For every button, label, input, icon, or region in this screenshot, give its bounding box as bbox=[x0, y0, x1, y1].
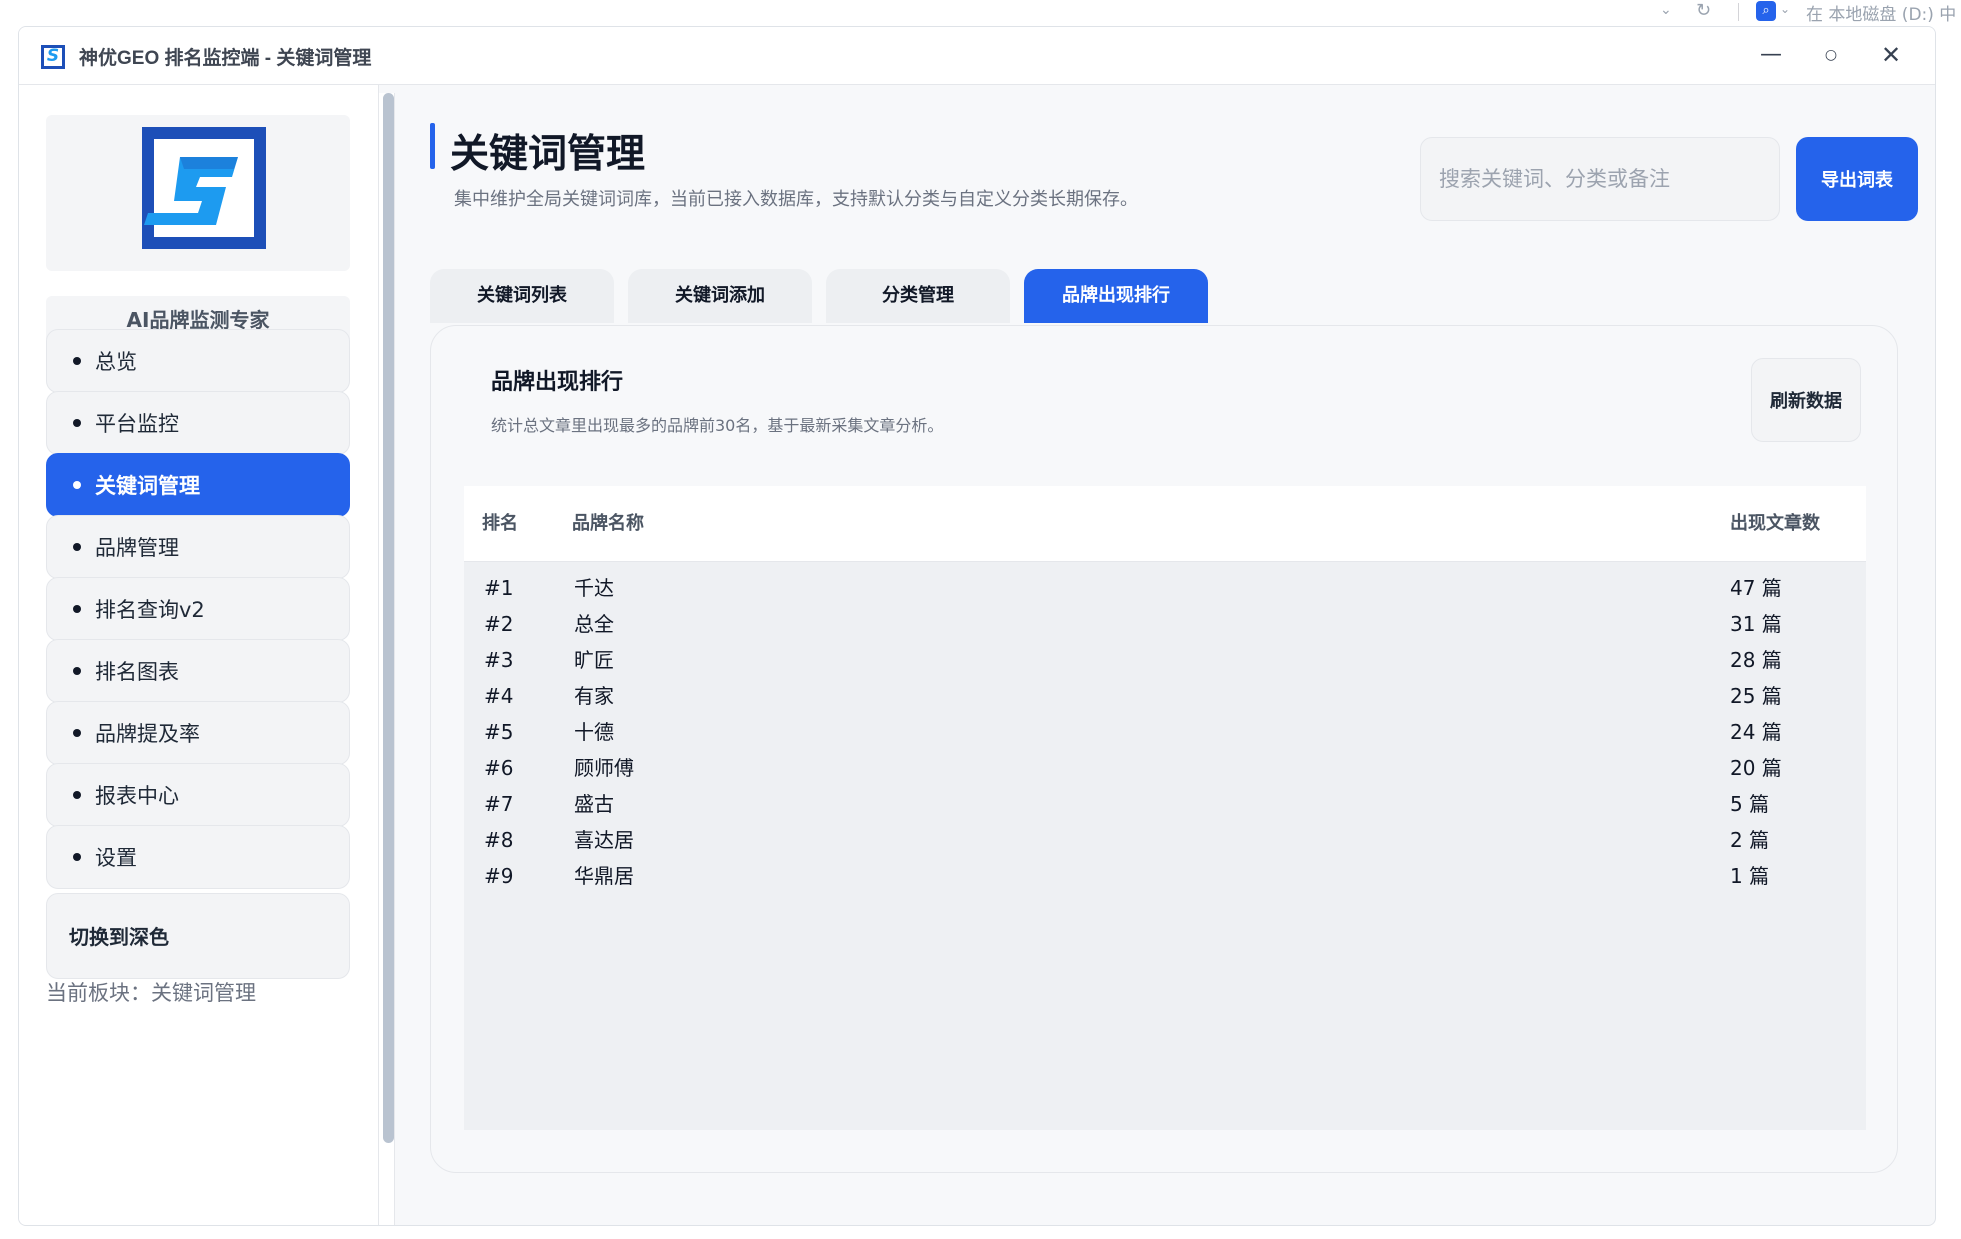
table-header: 排名 品牌名称 出现文章数 bbox=[464, 486, 1866, 562]
chevron-down-icon[interactable]: ⌄ bbox=[1660, 2, 1672, 18]
bullet-icon bbox=[73, 357, 81, 365]
tab-keyword-list[interactable]: 关键词列表 bbox=[430, 269, 614, 323]
sidebar: AI品牌监测专家 总览 平台监控 关键词管理 品牌管理 排名查询v2 排名图表 … bbox=[19, 85, 379, 1225]
sidebar-item-label: 设置 bbox=[95, 846, 137, 870]
sidebar-item-label: 排名图表 bbox=[95, 660, 179, 684]
export-button[interactable]: 导出词表 bbox=[1796, 137, 1918, 221]
column-header-brand-name: 品牌名称 bbox=[572, 513, 644, 534]
panel-title: 品牌出现排行 bbox=[491, 370, 624, 395]
logo-container bbox=[46, 115, 350, 271]
sidebar-item-brand-mention-rate[interactable]: 品牌提及率 bbox=[46, 701, 350, 765]
theme-toggle-button[interactable]: 切换到深色 bbox=[46, 893, 350, 979]
article-count-cell: 1 篇 bbox=[1730, 864, 1770, 888]
sidebar-item-label: 品牌提及率 bbox=[95, 722, 200, 746]
divider bbox=[1738, 3, 1739, 21]
brand-ranking-panel: 品牌出现排行 统计总文章里出现最多的品牌前30名，基于最新采集文章分析。 刷新数… bbox=[430, 325, 1898, 1173]
minimize-button[interactable]: — bbox=[1751, 39, 1791, 71]
tab-keyword-add[interactable]: 关键词添加 bbox=[628, 269, 812, 323]
sidebar-item-label: 总览 bbox=[95, 350, 137, 374]
rank-cell: #9 bbox=[484, 864, 514, 888]
brand-name-cell: 华鼎居 bbox=[574, 864, 634, 888]
tab-category-management[interactable]: 分类管理 bbox=[826, 269, 1010, 323]
sidebar-item-label: 报表中心 bbox=[95, 784, 179, 808]
bullet-icon bbox=[73, 667, 81, 675]
tab-brand-ranking[interactable]: 品牌出现排行 bbox=[1024, 269, 1208, 323]
close-button[interactable]: ✕ bbox=[1871, 39, 1911, 71]
sidebar-item-keyword-management[interactable]: 关键词管理 bbox=[46, 453, 350, 517]
brand-logo-icon bbox=[142, 127, 266, 249]
sidebar-item-brand-management[interactable]: 品牌管理 bbox=[46, 515, 350, 579]
panel-description: 统计总文章里出现最多的品牌前30名，基于最新采集文章分析。 bbox=[491, 416, 944, 435]
page-title: 关键词管理 bbox=[450, 132, 646, 177]
sidebar-item-label: 排名查询v2 bbox=[95, 598, 205, 622]
refresh-icon[interactable]: ↻ bbox=[1696, 0, 1711, 21]
sidebar-item-settings[interactable]: 设置 bbox=[46, 825, 350, 889]
column-header-article-count: 出现文章数 bbox=[1730, 513, 1820, 534]
bullet-icon bbox=[73, 543, 81, 551]
title-accent-bar bbox=[430, 123, 435, 169]
bullet-icon bbox=[73, 419, 81, 427]
table-row[interactable]: #9 华鼎居 1 篇 bbox=[464, 854, 1866, 899]
sidebar-item-rank-query[interactable]: 排名查询v2 bbox=[46, 577, 350, 641]
current-section-status: 当前板块：关键词管理 bbox=[46, 981, 256, 1005]
bullet-icon bbox=[73, 729, 81, 737]
sidebar-item-label: 品牌管理 bbox=[95, 536, 179, 560]
window-title: 神优GEO 排名监控端 - 关键词管理 bbox=[79, 48, 372, 69]
sidebar-item-label: 平台监控 bbox=[95, 412, 179, 436]
sidebar-scrollbar[interactable] bbox=[379, 93, 395, 1225]
bullet-icon bbox=[73, 791, 81, 799]
refresh-data-button[interactable]: 刷新数据 bbox=[1751, 358, 1861, 442]
search-input[interactable] bbox=[1420, 137, 1780, 221]
column-header-rank: 排名 bbox=[482, 513, 518, 534]
main-content: 关键词管理 集中维护全局关键词词库，当前已接入数据库，支持默认分类与自定义分类长… bbox=[396, 85, 1935, 1225]
bullet-icon bbox=[73, 481, 81, 489]
sidebar-item-report-center[interactable]: 报表中心 bbox=[46, 763, 350, 827]
scrollbar-thumb[interactable] bbox=[383, 93, 394, 1143]
search-engine-icon[interactable]: ⌕ bbox=[1756, 1, 1776, 21]
sidebar-item-rank-chart[interactable]: 排名图表 bbox=[46, 639, 350, 703]
app-window: S 神优GEO 排名监控端 - 关键词管理 — ○ ✕ AI品牌监测专家 总览 … bbox=[18, 26, 1936, 1226]
bullet-icon bbox=[73, 853, 81, 861]
sidebar-item-platform-monitor[interactable]: 平台监控 bbox=[46, 391, 350, 455]
search-location-text: 在 本地磁盘 (D:) 中 bbox=[1806, 5, 1957, 25]
background-toolbar: ⌄ ↻ ⌕ ⌄ 在 本地磁盘 (D:) 中 bbox=[0, 0, 1961, 26]
bullet-icon bbox=[73, 605, 81, 613]
title-bar: S 神优GEO 排名监控端 - 关键词管理 — ○ ✕ bbox=[19, 27, 1935, 85]
chevron-down-icon[interactable]: ⌄ bbox=[1780, 2, 1790, 16]
maximize-button[interactable]: ○ bbox=[1811, 39, 1851, 71]
brand-ranking-table: 排名 品牌名称 出现文章数 #1 千达 47 篇 #2 总全 31 篇 #3 旷… bbox=[464, 486, 1866, 1130]
sidebar-item-overview[interactable]: 总览 bbox=[46, 329, 350, 393]
app-logo-icon: S bbox=[41, 45, 65, 69]
page-subtitle: 集中维护全局关键词词库，当前已接入数据库，支持默认分类与自定义分类长期保存。 bbox=[454, 189, 1138, 210]
sidebar-item-label: 关键词管理 bbox=[95, 474, 200, 498]
